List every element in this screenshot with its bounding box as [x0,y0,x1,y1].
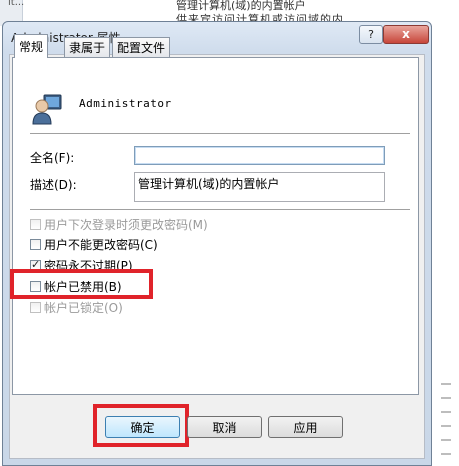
background-mark [441,439,451,441]
cancel-button[interactable]: 取消 [187,416,262,438]
fullname-input[interactable] [134,146,385,165]
user-icon [32,94,62,125]
tab-member-of[interactable]: 隶属于 [64,37,111,57]
background-mark [441,411,451,413]
must-change-password-checkbox [30,218,41,230]
separator [30,209,410,211]
fullname-label: 全名(F): [30,151,75,165]
account-locked-option: 帐户已锁定(O) [30,299,123,315]
cannot-change-password-label: 用户不能更改密码(C) [44,237,158,252]
close-button[interactable]: x [383,25,429,44]
separator [30,133,410,135]
background-mark [441,425,451,427]
description-label: 描述(D): [30,178,77,192]
account-locked-checkbox [30,301,41,313]
background-mark [441,397,451,399]
tab-profile[interactable]: 配置文件 [112,37,171,57]
cannot-change-password-option[interactable]: 用户不能更改密码(C) [30,236,158,252]
account-locked-label: 帐户已锁定(O) [44,300,123,315]
background-mark [441,383,451,385]
must-change-password-option: 用户下次登录时须更改密码(M) [30,216,208,232]
user-name: Administrator [79,97,172,110]
description-input[interactable]: 管理计算机(域)的内置帐户 [134,172,385,202]
help-button[interactable]: ? [359,25,383,44]
highlight-box-account-disabled [10,269,153,299]
cannot-change-password-checkbox[interactable] [30,238,41,250]
tab-general[interactable]: 常规 [14,34,49,58]
background-mark [441,453,451,455]
must-change-password-label: 用户下次登录时须更改密码(M) [44,217,208,232]
ok-button[interactable]: 确定 [105,416,180,438]
apply-button[interactable]: 应用 [268,416,343,438]
background-text: it... [8,0,25,8]
